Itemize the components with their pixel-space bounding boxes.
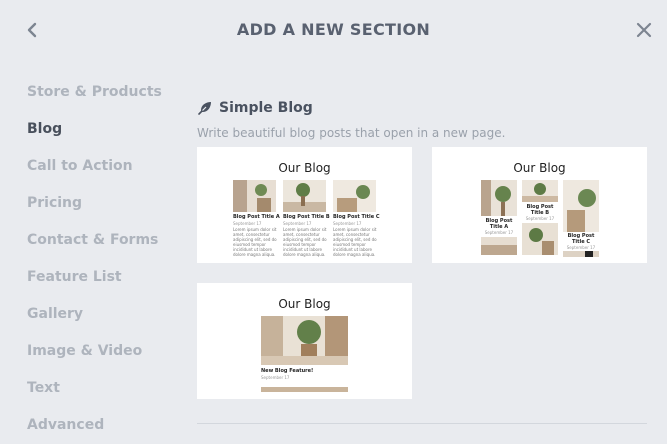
post-date: September 17 <box>484 230 514 235</box>
card-title: Our Blog <box>513 161 566 175</box>
header: ADD A NEW SECTION <box>0 0 667 62</box>
post-title: Blog Post Title C <box>333 214 380 220</box>
post-title: Blog Post Title A <box>485 218 513 230</box>
layout-card-featured[interactable]: Our Blog New Blog Feature! September 17 <box>197 283 412 399</box>
post-date: September 17 <box>525 216 555 221</box>
feather-icon <box>198 102 211 115</box>
post-excerpt: Lorem ipsum dolor sit amet, consectetur … <box>233 227 277 257</box>
post-date: September 17 <box>283 221 312 226</box>
post-date: September 17 <box>261 375 290 380</box>
sidebar-item-pricing[interactable]: Pricing <box>27 191 162 228</box>
sidebar-item-call-to-action[interactable]: Call to Action <box>27 154 162 191</box>
blog-photo <box>261 316 348 365</box>
card-title: Our Blog <box>278 161 331 175</box>
sidebar-item-text[interactable]: Text <box>27 376 162 413</box>
section-description: Write beautiful blog posts that open in … <box>197 126 506 140</box>
card-title: Our Blog <box>278 297 331 311</box>
section-name: Simple Blog <box>219 100 313 116</box>
post-date: September 17 <box>233 221 262 226</box>
blog-photo <box>522 180 558 202</box>
post-title: Blog Post Title A <box>233 214 280 220</box>
blog-photo <box>481 180 517 216</box>
layout-card-masonry[interactable]: Our Blog Blog Post Title A September 17 … <box>432 147 647 263</box>
blog-photo <box>522 223 558 255</box>
post-title: Blog Post Title B <box>526 204 554 216</box>
post-date: September 17 <box>566 245 596 250</box>
post-excerpt: Lorem ipsum dolor sit amet, consectetur … <box>333 227 377 257</box>
blog-photo <box>563 180 599 232</box>
divider <box>197 423 647 424</box>
blog-photo <box>563 251 599 257</box>
section-heading: Simple Blog <box>197 100 313 116</box>
sidebar-item-gallery[interactable]: Gallery <box>27 302 162 339</box>
sidebar-item-advanced[interactable]: Advanced <box>27 413 162 444</box>
close-icon[interactable] <box>632 18 656 42</box>
blog-photo <box>481 237 517 255</box>
blog-photo <box>283 180 326 212</box>
blog-photo <box>261 387 348 392</box>
layout-card-three-column[interactable]: Our Blog Blog Post Title A September 17 … <box>197 147 412 263</box>
sidebar: Store & Products Blog Call to Action Pri… <box>27 80 162 444</box>
post-title: Blog Post Title C <box>567 233 595 245</box>
sidebar-item-image-video[interactable]: Image & Video <box>27 339 162 376</box>
sidebar-item-store-products[interactable]: Store & Products <box>27 80 162 117</box>
post-title: New Blog Feature! <box>261 368 314 374</box>
sidebar-item-blog[interactable]: Blog <box>27 117 162 154</box>
post-excerpt: Lorem ipsum dolor sit amet, consectetur … <box>283 227 327 257</box>
post-date: September 17 <box>333 221 362 226</box>
post-title: Blog Post Title B <box>283 214 330 220</box>
sidebar-item-feature-list[interactable]: Feature List <box>27 265 162 302</box>
blog-photo <box>233 180 276 212</box>
page-title: ADD A NEW SECTION <box>236 20 431 39</box>
blog-photo <box>333 180 376 212</box>
sidebar-item-contact-forms[interactable]: Contact & Forms <box>27 228 162 265</box>
